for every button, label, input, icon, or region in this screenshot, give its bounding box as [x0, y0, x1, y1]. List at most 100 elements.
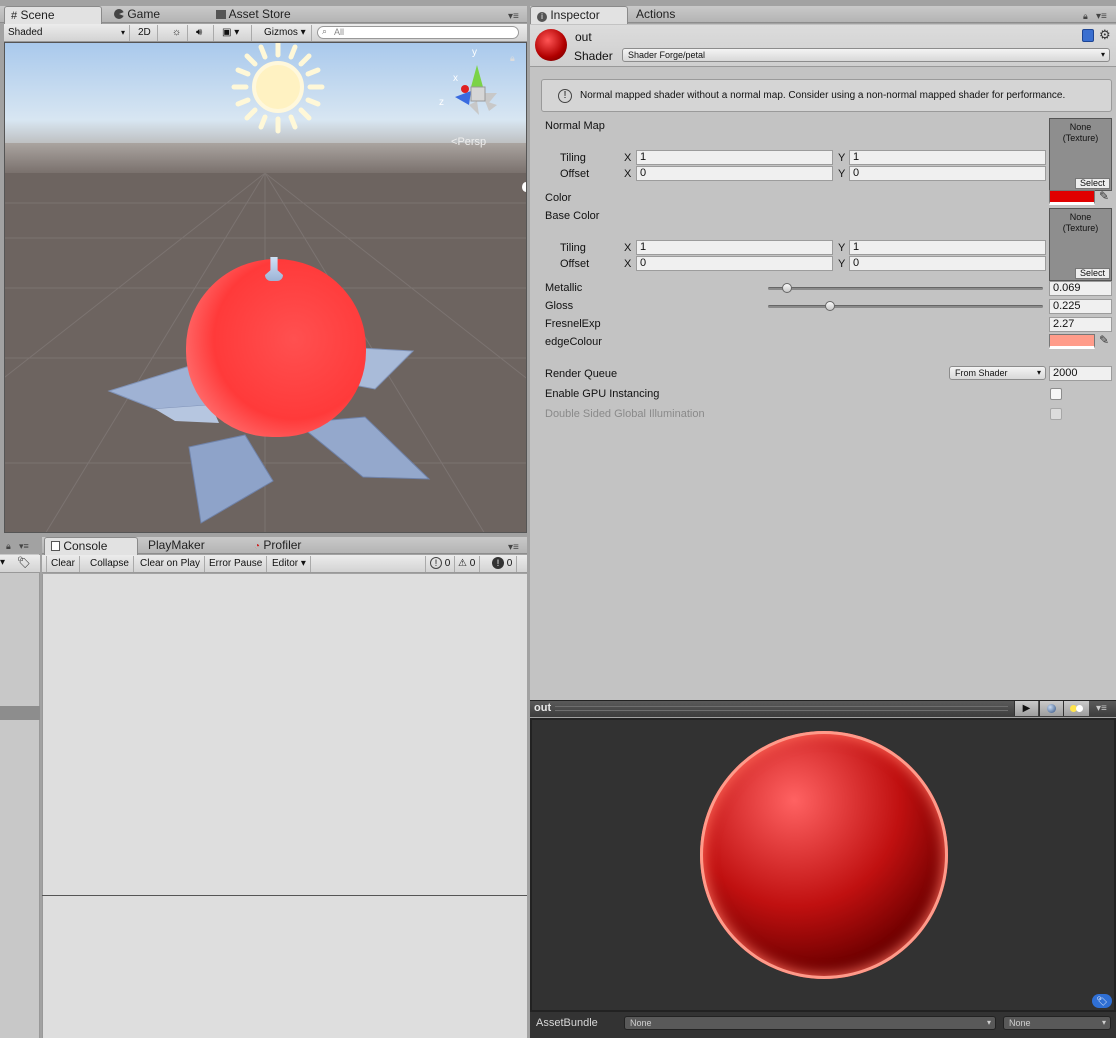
- strip-selected-row[interactable]: [0, 706, 40, 720]
- editor-dropdown[interactable]: Editor ▾: [268, 556, 311, 572]
- lighting-toggle-icon[interactable]: ☼: [168, 25, 188, 41]
- console-icon: [51, 541, 60, 551]
- normal-map-texture-slot[interactable]: None (Texture) Select: [1049, 118, 1112, 191]
- base-color-texture-slot[interactable]: None (Texture) Select: [1049, 208, 1112, 281]
- error-icon: !: [492, 557, 504, 569]
- preview-menu-icon[interactable]: ▾≡: [1096, 703, 1107, 714]
- eyedropper-icon[interactable]: ✎: [1099, 189, 1109, 203]
- assetbundle-dropdown[interactable]: None: [624, 1016, 996, 1030]
- eyedropper-icon[interactable]: ✎: [1099, 333, 1109, 347]
- preview-viewport[interactable]: 🏷︎: [530, 718, 1116, 1012]
- normal-map-tiling-y-field[interactable]: 1: [849, 150, 1046, 165]
- clear-button[interactable]: Clear: [46, 556, 80, 572]
- fresnel-label: FresnelExp: [545, 318, 601, 330]
- gpu-instancing-checkbox[interactable]: [1050, 388, 1062, 400]
- render-queue-dropdown[interactable]: From Shader: [949, 366, 1046, 380]
- assetbundle-variant-dropdown[interactable]: None: [1003, 1016, 1111, 1030]
- metallic-slider-track[interactable]: [768, 287, 1043, 290]
- tag-icon[interactable]: 🏷︎: [17, 556, 31, 569]
- grid-icon: #: [11, 10, 18, 22]
- normal-map-offset-y-field[interactable]: 0: [849, 166, 1046, 181]
- scene-panel-menu-icon[interactable]: ▾≡: [508, 11, 519, 22]
- double-sided-gi-label: Double Sided Global Illumination: [545, 408, 705, 420]
- normal-map-offset-x-field[interactable]: 0: [636, 166, 833, 181]
- strip-lock-icon[interactable]: 🔒︎: [6, 541, 11, 552]
- viewport-edge-handle[interactable]: [522, 182, 526, 192]
- base-color-offset-y-field[interactable]: 0: [849, 256, 1046, 271]
- console-panel-menu-icon[interactable]: ▾≡: [508, 542, 519, 553]
- render-queue-value-field[interactable]: 2000: [1049, 366, 1112, 381]
- warning-filter-toggle[interactable]: ⚠ 0: [454, 556, 481, 572]
- base-color-offset-x-field[interactable]: 0: [636, 256, 833, 271]
- gloss-label: Gloss: [545, 300, 574, 312]
- preview-resize-handle[interactable]: [555, 706, 1008, 711]
- apple-model[interactable]: [186, 259, 366, 437]
- tab-inspector[interactable]: i Inspector: [530, 6, 628, 24]
- axis-x-label: X: [624, 152, 632, 164]
- audio-toggle-icon[interactable]: 🔊︎: [192, 25, 214, 41]
- base-color-tiling-y-field[interactable]: 1: [849, 240, 1046, 255]
- profiler-icon: ◔: [254, 541, 261, 552]
- color-swatch[interactable]: [1049, 190, 1095, 205]
- inspector-lock-icon[interactable]: 🔒︎: [1083, 11, 1088, 22]
- help-box: ! Normal mapped shader without a normal …: [541, 79, 1112, 112]
- tab-console[interactable]: Console: [44, 537, 138, 555]
- scene-toolbar: Shaded ▾ 2D ☼ 🔊︎ ▣ ▾ Gizmos ▾ ⌕ All: [4, 24, 527, 42]
- console-log-list[interactable]: [42, 574, 527, 895]
- gloss-value-field[interactable]: 0.225: [1049, 299, 1112, 314]
- gloss-slider-knob[interactable]: [824, 301, 835, 311]
- console-detail-area[interactable]: [42, 896, 527, 1038]
- gear-icon[interactable]: ⚙: [1099, 27, 1111, 43]
- shader-dropdown[interactable]: Shader Forge/petal: [622, 48, 1110, 62]
- tab-playmaker[interactable]: PlayMaker: [142, 537, 213, 554]
- tab-game[interactable]: Game: [108, 6, 168, 23]
- double-sided-gi-checkbox: [1050, 408, 1062, 420]
- render-queue-label: Render Queue: [545, 368, 618, 380]
- base-color-tiling-label: Tiling: [560, 242, 586, 254]
- inspector-menu-icon[interactable]: ▾≡: [1096, 11, 1107, 22]
- gpu-instancing-label: Enable GPU Instancing: [545, 388, 660, 400]
- base-color-select-button[interactable]: Select: [1075, 268, 1110, 279]
- axis-y-label: Y: [838, 168, 846, 180]
- tab-actions[interactable]: Actions: [630, 6, 683, 23]
- asset-label-icon[interactable]: 🏷︎: [1092, 994, 1112, 1008]
- strip-menu-icon[interactable]: ▾≡: [19, 541, 29, 552]
- draw-mode-dropdown[interactable]: Shaded ▾: [4, 25, 130, 41]
- gloss-slider-track[interactable]: [768, 305, 1043, 308]
- mode-2d-button[interactable]: 2D: [134, 25, 158, 41]
- collapse-toggle[interactable]: Collapse: [86, 556, 134, 572]
- metallic-label: Metallic: [545, 282, 583, 294]
- preview-sphere: [700, 731, 948, 979]
- fresnel-value-field[interactable]: 2.27: [1049, 317, 1112, 332]
- tab-scene[interactable]: # Scene: [4, 6, 102, 24]
- metallic-slider-knob[interactable]: [781, 283, 792, 293]
- pacman-icon: [114, 9, 124, 19]
- material-name: out: [575, 30, 592, 44]
- base-color-tiling-x-field[interactable]: 1: [636, 240, 833, 255]
- scene-search-input[interactable]: ⌕ All: [317, 26, 519, 39]
- help-book-icon[interactable]: [1082, 29, 1094, 42]
- clear-on-play-toggle[interactable]: Clear on Play: [136, 556, 206, 572]
- metallic-value-field[interactable]: 0.069: [1049, 281, 1112, 296]
- info-filter-toggle[interactable]: ! 0: [425, 556, 456, 572]
- scene-viewport[interactable]: y x z 🔒︎ <Persp: [4, 42, 527, 533]
- effects-toggle-icon[interactable]: ▣ ▾: [218, 25, 252, 41]
- edge-colour-swatch[interactable]: [1049, 334, 1095, 349]
- inspector-body: [530, 24, 1116, 700]
- console-toolbar: Clear Collapse Clear on Play Error Pause…: [42, 555, 527, 573]
- material-sphere-icon: [535, 29, 567, 61]
- gizmos-dropdown[interactable]: Gizmos ▾: [260, 25, 312, 41]
- error-pause-toggle[interactable]: Error Pause: [205, 556, 268, 572]
- tab-asset-store[interactable]: Asset Store: [210, 6, 299, 23]
- play-preview-icon[interactable]: ▶: [1014, 701, 1038, 716]
- normal-map-select-button[interactable]: Select: [1075, 178, 1110, 189]
- shader-label: Shader: [574, 49, 613, 63]
- error-filter-toggle[interactable]: ! 0: [488, 556, 518, 572]
- axis-y-label: Y: [838, 258, 846, 270]
- preview-light-icon[interactable]: [1063, 701, 1089, 716]
- strip-dropdown-icon[interactable]: ▾: [0, 557, 5, 568]
- preview-mesh-icon[interactable]: [1039, 701, 1063, 716]
- tab-profiler[interactable]: ◔ Profiler: [248, 537, 309, 554]
- help-message: Normal mapped shader without a normal ma…: [580, 90, 1066, 101]
- normal-map-tiling-x-field[interactable]: 1: [636, 150, 833, 165]
